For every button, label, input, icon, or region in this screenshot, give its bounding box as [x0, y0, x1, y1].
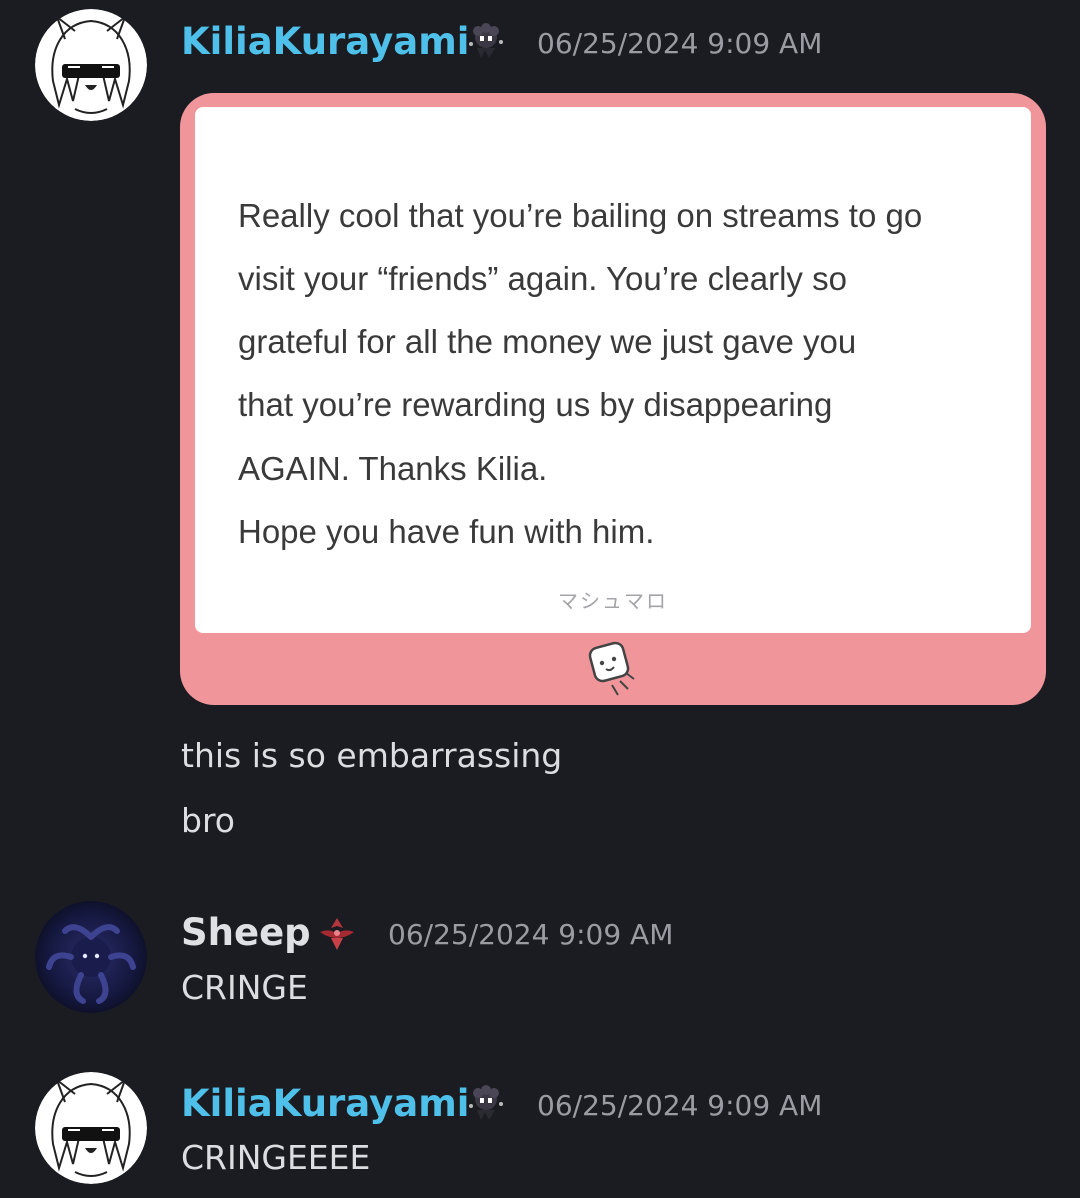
dark-creature-role-icon[interactable]: [465, 1082, 507, 1124]
message-text: CRINGEEEE: [181, 1138, 371, 1177]
user-avatar[interactable]: [35, 1072, 147, 1184]
username[interactable]: KiliaKurayami: [181, 1082, 469, 1126]
anime-girl-avatar-icon: [35, 1072, 147, 1184]
message-timestamp[interactable]: 06/25/2024 9:09 AM: [537, 1086, 822, 1126]
message-group: KiliaKurayami 06/25/2024 9:09 AM CRINGEE…: [0, 0, 1080, 1198]
